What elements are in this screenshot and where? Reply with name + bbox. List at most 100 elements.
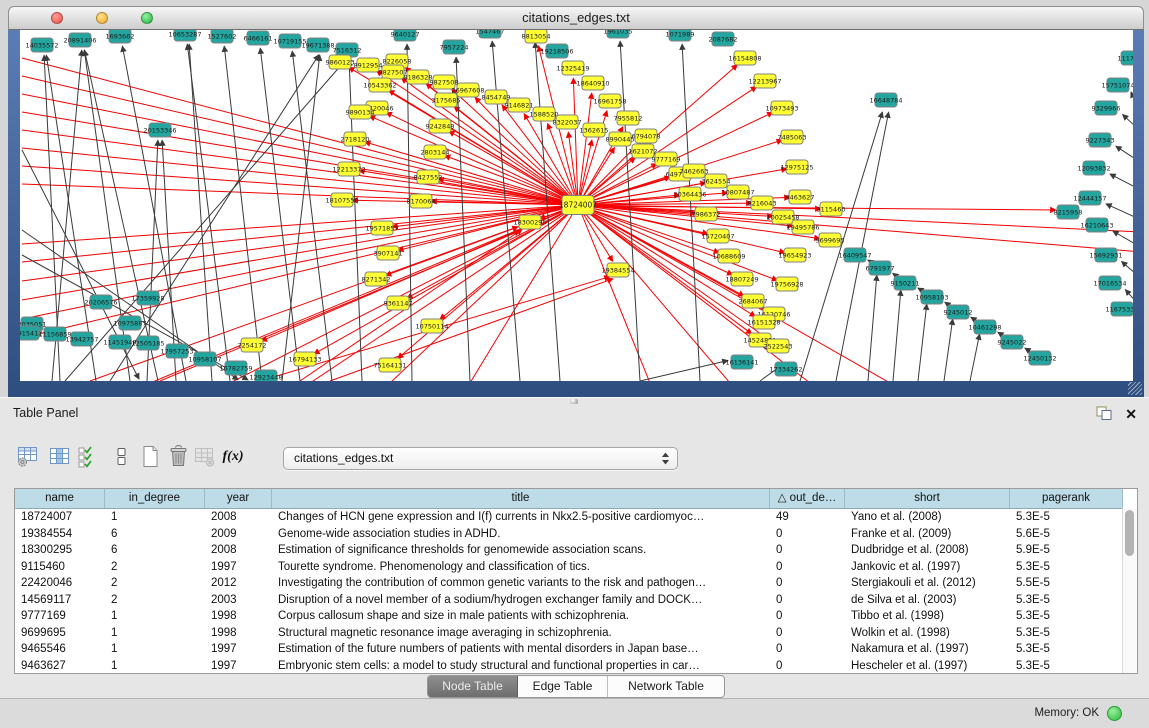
tab-node-table[interactable]: Node Table xyxy=(428,676,518,697)
network-node[interactable]: 9699695 xyxy=(816,233,845,247)
network-node[interactable]: 9245012 xyxy=(944,305,973,319)
network-canvas[interactable]: 14035572 20891406 1693662 10653287 1527602 64… xyxy=(20,30,1133,381)
network-node[interactable]: 1527602 xyxy=(208,30,237,43)
zoom-window-button[interactable] xyxy=(141,12,153,24)
network-node[interactable]: 14035572 xyxy=(25,38,58,52)
network-node[interactable]: 10688609 xyxy=(712,249,745,263)
network-node[interactable]: 1117234 xyxy=(1118,51,1133,65)
network-node[interactable]: 12213967 xyxy=(748,74,781,88)
close-panel-icon[interactable]: ✕ xyxy=(1125,407,1137,421)
network-node[interactable]: 3624554 xyxy=(702,174,731,188)
network-node[interactable]: 7955812 xyxy=(614,111,643,125)
network-node[interactable]: 15751074 xyxy=(1101,78,1133,92)
float-panel-icon[interactable] xyxy=(1096,406,1112,421)
network-node[interactable]: 16154808 xyxy=(728,51,761,65)
network-node[interactable]: 10973493 xyxy=(765,101,798,115)
window-resize-grip[interactable] xyxy=(1128,382,1142,395)
network-node[interactable]: 10958103 xyxy=(915,290,948,304)
table-scrollbar[interactable] xyxy=(1122,508,1137,673)
network-node[interactable]: 9860123 xyxy=(326,55,355,69)
network-node[interactable]: 3907141 xyxy=(374,246,403,260)
network-node[interactable]: 11675334 xyxy=(1105,302,1133,316)
network-node[interactable]: 2684067 xyxy=(739,294,768,308)
network-node[interactable]: 18107550 xyxy=(325,193,358,207)
network-node[interactable]: 8216043 xyxy=(748,196,777,210)
column-header-pagerank[interactable]: pagerank xyxy=(1010,489,1123,508)
network-node[interactable]: 20153346 xyxy=(143,123,176,137)
import-table-button[interactable] xyxy=(191,443,217,470)
network-node[interactable]: 7254172 xyxy=(238,338,267,352)
network-node[interactable]: 16409547 xyxy=(838,248,871,262)
network-node[interactable]: 12975125 xyxy=(780,160,813,174)
network-node[interactable]: 10750114 xyxy=(415,319,448,333)
network-node[interactable]: 10543362 xyxy=(363,78,396,92)
network-node[interactable]: 9245022 xyxy=(998,335,1027,349)
network-node[interactable]: 1547467 xyxy=(476,30,505,38)
memory-status-indicator[interactable] xyxy=(1107,706,1122,721)
deselect-rows-button[interactable] xyxy=(108,443,134,470)
network-node[interactable]: 20364436 xyxy=(673,187,706,201)
network-node[interactable]: 2522543 xyxy=(764,339,793,353)
table-row[interactable]: 977716911998Corpus callosum shape and si… xyxy=(15,608,1123,625)
network-node[interactable]: 18724007 xyxy=(559,196,597,215)
network-node[interactable]: 1693662 xyxy=(106,30,135,43)
network-node[interactable]: 7485063 xyxy=(778,130,807,144)
select-all-button[interactable] xyxy=(74,443,100,470)
table-row[interactable]: 1456911722003Disruption of a novel membe… xyxy=(15,592,1123,609)
network-node[interactable]: 6466161 xyxy=(244,31,273,45)
network-node[interactable]: 10975887 xyxy=(113,316,146,330)
table-row[interactable]: 1830029562008Estimation of significance … xyxy=(15,542,1123,559)
column-header-year[interactable]: year xyxy=(205,489,272,508)
table-row[interactable]: 2242004622012Investigating the contribut… xyxy=(15,575,1123,592)
column-header-name[interactable]: name xyxy=(15,489,105,508)
network-node[interactable]: 20891406 xyxy=(63,33,96,47)
close-window-button[interactable] xyxy=(51,12,63,24)
table-row[interactable]: 1872400712008Changes of HCN gene express… xyxy=(15,509,1123,526)
column-header-short[interactable]: short xyxy=(845,489,1010,508)
network-node[interactable]: 20206576 xyxy=(84,295,117,309)
network-node[interactable]: 12923448 xyxy=(249,370,282,381)
network-node[interactable]: 16648784 xyxy=(869,93,902,107)
delete-column-button[interactable] xyxy=(165,443,191,470)
table-selector[interactable]: citations_edges.txt xyxy=(283,447,678,470)
network-node[interactable]: 15720407 xyxy=(701,229,734,243)
network-node[interactable]: 16961758 xyxy=(593,94,626,108)
network-node[interactable]: 8271342 xyxy=(362,272,391,286)
table-row[interactable]: 946554611997Estimation of the future num… xyxy=(15,641,1123,658)
network-node[interactable]: 16782759 xyxy=(219,361,252,375)
network-node[interactable]: 12444157 xyxy=(1073,191,1106,205)
network-node[interactable]: 12213372 xyxy=(332,162,365,176)
network-node[interactable]: 8322037 xyxy=(553,115,582,129)
network-node[interactable]: 9115460 xyxy=(817,202,846,216)
network-node[interactable]: 1362615 xyxy=(580,123,609,137)
network-node[interactable]: 9150211 xyxy=(891,276,920,290)
table-mode-button[interactable] xyxy=(14,443,40,470)
column-header-title[interactable]: title xyxy=(272,489,770,508)
network-node[interactable]: 10653287 xyxy=(168,30,201,41)
network-node[interactable]: 9640127 xyxy=(391,30,420,41)
table-row[interactable]: 946362711997Embryonic stem cells: a mode… xyxy=(15,658,1123,675)
network-node[interactable]: 7957224 xyxy=(440,40,469,54)
table-scrollbar-thumb[interactable] xyxy=(1125,510,1134,556)
network-node[interactable]: 8990445 xyxy=(606,132,635,146)
network-node[interactable]: 9329966 xyxy=(1092,101,1121,115)
network-node[interactable]: 16136141 xyxy=(725,355,758,369)
network-node[interactable]: 7462663 xyxy=(680,164,709,178)
network-node[interactable]: 8215958 xyxy=(1054,205,1083,219)
network-view[interactable]: 14035572 20891406 1693662 10653287 1527602 64… xyxy=(20,30,1133,381)
table-row[interactable]: 911546021997Tourette syndrome. Phenomeno… xyxy=(15,559,1123,576)
network-node[interactable]: 8170064 xyxy=(407,194,436,208)
network-node[interactable]: 2718120 xyxy=(341,132,370,146)
network-node[interactable]: 19218506 xyxy=(540,44,573,58)
network-node[interactable]: 75164131 xyxy=(373,358,406,372)
network-node[interactable]: 9242848 xyxy=(426,119,455,133)
column-header-in_degree[interactable]: in_degree xyxy=(105,489,205,508)
network-node[interactable]: 1961035 xyxy=(604,30,633,38)
network-window-titlebar[interactable]: citations_edges.txt xyxy=(8,6,1144,30)
network-node[interactable]: 12450132 xyxy=(1023,351,1056,365)
minimize-window-button[interactable] xyxy=(96,12,108,24)
function-builder-button[interactable]: f(x) xyxy=(220,443,246,470)
network-node[interactable]: 6791977 xyxy=(866,261,895,275)
network-node[interactable]: 12093832 xyxy=(1077,161,1110,175)
network-node[interactable]: 17016534 xyxy=(1093,276,1126,290)
